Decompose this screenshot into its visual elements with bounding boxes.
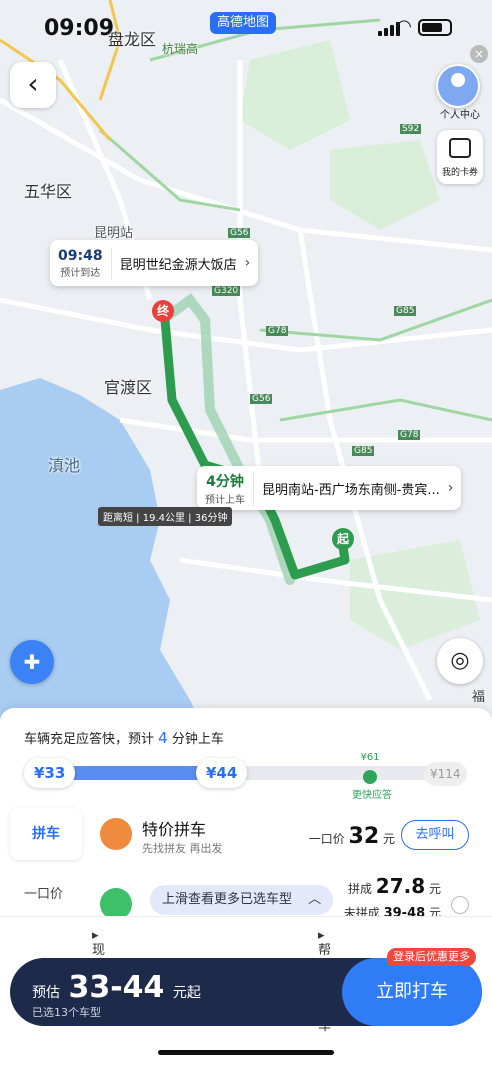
home-indicator[interactable] [158, 1050, 334, 1055]
map-label-dianchi: 滇池 [48, 456, 81, 475]
pickup-name: 昆明南站-西广场东南侧-贵宾... [262, 482, 440, 498]
status-time: 09:09 [44, 16, 115, 41]
row2-price: 拼成 27.8 元 [348, 874, 441, 898]
booking-bar: 预估 33-44 元起 已选13个车型 立即打车 [10, 958, 482, 1026]
eta-line: 车辆充足应答快，预计 4 分钟上车 [24, 728, 224, 747]
chevron-right-icon: › [244, 255, 251, 271]
coupon-button[interactable]: 我的卡券 [437, 130, 483, 184]
row2-price-unit: 元 [428, 882, 441, 896]
safety-shield-icon[interactable]: ✚ [10, 640, 54, 684]
locate-icon[interactable]: ◎ [437, 638, 483, 684]
destination-eta: 09:48 预计到达 [50, 247, 112, 279]
status-bar: 09:09 高德地图 ◠ [0, 0, 492, 60]
lightning-icon[interactable] [363, 770, 377, 784]
coupon-icon [449, 138, 471, 158]
call-button[interactable]: 去呼叫 [401, 820, 469, 850]
row2-checkbox[interactable] [451, 896, 469, 914]
eta-num: 4 [158, 729, 168, 747]
pickup-time-label: 预计上车 [205, 494, 245, 506]
eta-suffix: 分钟上车 [171, 732, 224, 747]
road-label-g56: G56 [228, 228, 251, 238]
help-call-button[interactable]: 帮他人叫车 ▸ [318, 928, 331, 1034]
wifi-icon: ◠ [396, 16, 412, 37]
road-label-g78: G78 [266, 326, 289, 336]
map-label-fu: 福 [472, 690, 486, 705]
row-price: 一口价 32 元 [309, 824, 395, 849]
now-button[interactable]: 现在 ▸ [92, 928, 105, 977]
end-pin: 终 [152, 300, 174, 322]
estimate-suffix: 元起 [172, 985, 201, 1001]
back-button[interactable]: ‹ [10, 62, 56, 108]
map-label-hangrui: 杭瑞高 [162, 42, 199, 56]
selected-count[interactable]: 已选13个车型 [32, 1004, 101, 1020]
swipe-up-hint[interactable]: 上滑查看更多已选车型 ︿ [150, 885, 334, 915]
row-sub: 先找拼友 再出发 [142, 842, 223, 855]
road-label-g85-2: G85 [352, 446, 375, 456]
row-price-value: 32 [348, 824, 380, 849]
destination-time: 09:48 [58, 247, 103, 264]
carpool-logo-icon [100, 818, 132, 850]
route-distance-label[interactable]: 距离短 | 19.4公里 | 36分钟 [98, 507, 233, 526]
amap-badge[interactable]: 高德地图 [210, 12, 277, 34]
estimate-value: 33-44 [68, 970, 165, 1005]
personal-center-label[interactable]: 个人中心 [430, 106, 490, 121]
road-label-g56-2: G56 [250, 394, 273, 404]
swipe-up-text: 上滑查看更多已选车型 [162, 892, 293, 907]
list-item-special-carpool[interactable]: 特价拼车 先找拼友 再出发 一口价 32 元 去呼叫 [88, 808, 483, 868]
map-label-wuhua: 五华区 [24, 182, 73, 201]
call-car-button[interactable]: 立即打车 [342, 958, 482, 1026]
row-price-unit: 元 [382, 832, 395, 846]
map-view[interactable]: 09:09 高德地图 ◠ ‹ × 个人中心 我的卡券 盘龙区 杭瑞高 五华区 昆… [0, 0, 492, 720]
map-label-kunming-station: 昆明站 [94, 226, 134, 241]
fast-price: ¥61 [360, 752, 380, 763]
map-label-panlong: 盘龙区 [108, 30, 157, 49]
estimate-prefix: 预估 [32, 985, 60, 1001]
close-icon[interactable]: × [470, 45, 488, 63]
pickup-time: 4分钟 [206, 473, 244, 490]
destination-time-label: 预计到达 [60, 267, 101, 279]
pickup-eta: 4分钟 预计上车 [197, 470, 254, 506]
chevron-right-icon: › [447, 480, 454, 496]
row-name: 特价拼车 [142, 820, 207, 839]
avatar[interactable] [436, 64, 480, 108]
fast-label: 更快应答 [352, 790, 392, 801]
promo-badge: 登录后优惠更多 [387, 948, 476, 966]
map-canvas [0, 0, 492, 720]
road-label-g320: G320 [212, 286, 241, 296]
start-pin: 起 [332, 528, 354, 550]
price-high: ¥114 [424, 762, 467, 786]
price-mid-handle[interactable]: ¥44 [196, 758, 248, 788]
battery-icon [418, 19, 452, 36]
coupon-label: 我的卡券 [441, 168, 478, 178]
estimate: 预估 33-44 元起 [32, 970, 201, 1005]
destination-name: 昆明世纪金源大饭店 [119, 257, 237, 273]
tab-fixed-price[interactable]: 一口价 [24, 883, 63, 902]
map-label-guandu: 官渡区 [104, 378, 153, 397]
pickup-popup[interactable]: 4分钟 预计上车 昆明南站-西广场东南侧-贵宾... › [197, 466, 462, 510]
ride-panel: 车辆充足应答快，预计 4 分钟上车 ¥33 ¥44 ¥114 ¥61 更快应答 … [0, 708, 492, 1065]
eta-prefix: 车辆充足应答快，预计 [24, 732, 155, 747]
destination-popup[interactable]: 09:48 预计到达 昆明世纪金源大饭店 › [50, 240, 259, 286]
row2-price-prefix: 拼成 [347, 882, 372, 896]
road-label-g85: G85 [394, 306, 417, 316]
tab-carpool[interactable]: 拼车 [10, 808, 82, 860]
row-price-prefix: 一口价 [308, 832, 345, 846]
row2-price-value: 27.8 [375, 874, 426, 898]
road-label-s92: S92 [400, 124, 422, 134]
price-low[interactable]: ¥33 [24, 758, 76, 788]
road-label-g78-2: G78 [398, 430, 421, 440]
chevron-up-icon: ︿ [308, 892, 322, 907]
